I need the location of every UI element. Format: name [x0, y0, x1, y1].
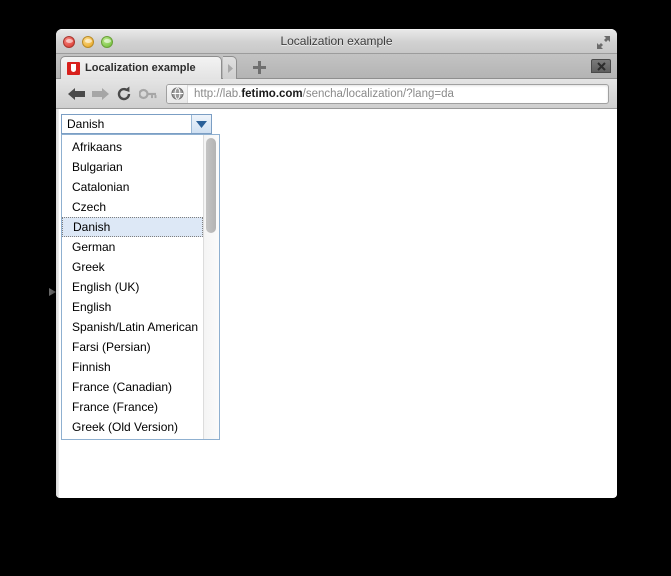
- tab-localization-example[interactable]: Localization example: [60, 56, 222, 79]
- window-title: Localization example: [280, 34, 393, 48]
- language-option[interactable]: English: [62, 297, 203, 317]
- back-arrow-icon[interactable]: [64, 83, 88, 105]
- new-tab-button[interactable]: [246, 57, 272, 77]
- language-option[interactable]: France (France): [62, 397, 203, 417]
- dropdown-scrollbar-thumb[interactable]: [206, 138, 216, 233]
- language-option[interactable]: English (UK): [62, 277, 203, 297]
- tab-title-label: Localization example: [85, 62, 196, 74]
- address-bar[interactable]: http://lab.fetimo.com/sencha/localizatio…: [166, 83, 609, 104]
- url-host: fetimo.com: [241, 87, 303, 100]
- page-scrollbar[interactable]: [56, 109, 59, 497]
- page-content-area: Danish Afrikaans Bulgarian Catalonian Czech…: [56, 109, 617, 497]
- language-option[interactable]: Danish: [62, 217, 203, 237]
- language-option[interactable]: German: [62, 237, 203, 257]
- language-option[interactable]: Greek: [62, 257, 203, 277]
- language-option[interactable]: Bulgarian: [62, 157, 203, 177]
- dropdown-scrollbar[interactable]: [203, 135, 219, 439]
- language-option[interactable]: Afrikaans: [62, 137, 203, 157]
- language-option[interactable]: Spanish/Latin American: [62, 317, 203, 337]
- language-select[interactable]: Danish: [61, 114, 212, 134]
- language-option[interactable]: Finnish: [62, 357, 203, 377]
- language-select-value: Danish: [62, 115, 191, 133]
- language-option[interactable]: Catalonian: [62, 177, 203, 197]
- desktop-background: Localization example Localization exampl…: [0, 0, 671, 576]
- key-icon[interactable]: [136, 83, 160, 105]
- url-path: /sencha/localization/?lang=da: [302, 87, 454, 100]
- language-option[interactable]: Farsi (Persian): [62, 337, 203, 357]
- chevron-down-icon[interactable]: [191, 115, 211, 133]
- language-dropdown-list[interactable]: Afrikaans Bulgarian Catalonian Czech Danish G…: [61, 134, 220, 440]
- site-favicon-icon: [67, 61, 80, 75]
- language-option[interactable]: Greek (Old Version): [62, 417, 203, 437]
- tab-overflow-chevron-right-icon[interactable]: [223, 56, 237, 79]
- address-bar-text[interactable]: http://lab.fetimo.com/sencha/localizatio…: [188, 88, 454, 100]
- language-option[interactable]: Czech: [62, 197, 203, 217]
- language-option[interactable]: France (Canadian): [62, 377, 203, 397]
- tab-strip: Localization example: [56, 54, 617, 79]
- window-titlebar[interactable]: Localization example: [56, 29, 617, 54]
- browser-window: Localization example Localization exampl…: [56, 29, 617, 498]
- expand-arrows-icon[interactable]: [596, 35, 611, 50]
- url-scheme: http://lab.: [194, 87, 242, 100]
- forward-arrow-icon[interactable]: [88, 83, 112, 105]
- globe-icon[interactable]: [167, 84, 188, 103]
- reload-icon[interactable]: [112, 83, 136, 105]
- close-x-icon[interactable]: [591, 59, 611, 73]
- navigation-toolbar: http://lab.fetimo.com/sencha/localizatio…: [56, 79, 617, 109]
- language-option-list: Afrikaans Bulgarian Catalonian Czech Danish G…: [62, 135, 203, 439]
